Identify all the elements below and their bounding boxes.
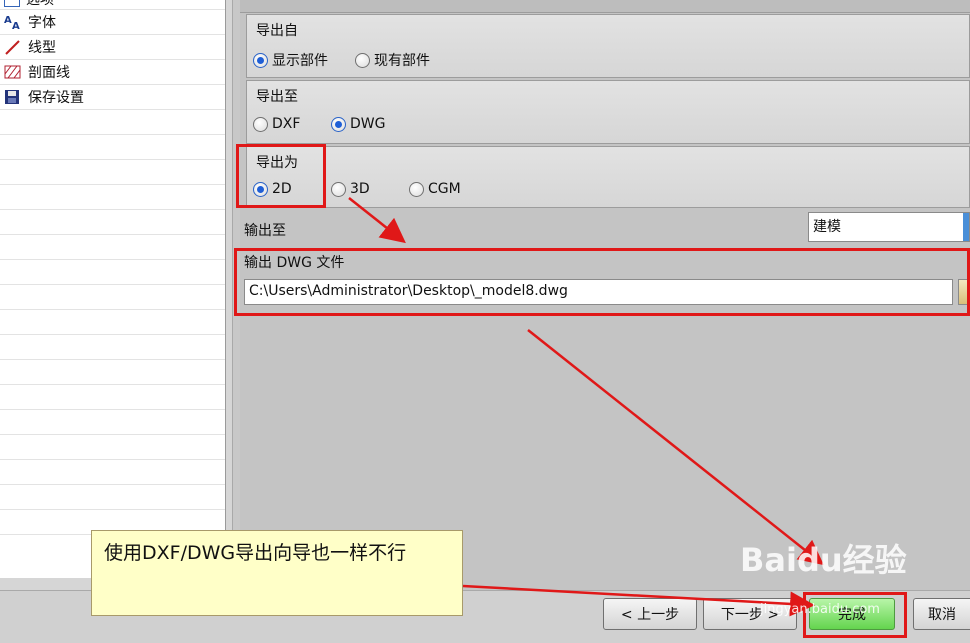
baidu-watermark-logo: Baidu经验: [740, 541, 907, 579]
annotation-text: 使用DXF/DWG导出向导也一样不行: [104, 542, 407, 564]
arrow-to-finish: [527, 329, 824, 566]
baidu-watermark-url: jingyan.baidu.com: [760, 602, 880, 617]
arrow-callout-to-finish: [462, 584, 815, 617]
annotation-callout: 使用DXF/DWG导出向导也一样不行: [91, 530, 463, 616]
arrow-to-output-file: [348, 197, 406, 244]
